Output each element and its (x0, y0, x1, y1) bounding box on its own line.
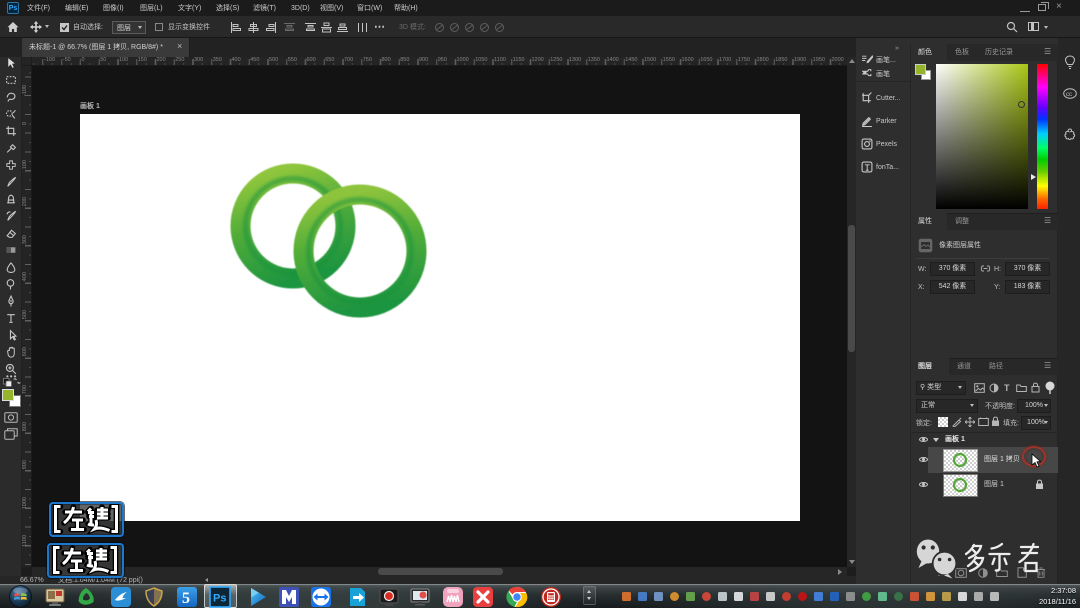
svg-text:Ps: Ps (213, 593, 226, 605)
svg-text:cc: cc (1066, 92, 1072, 98)
svg-text:5: 5 (182, 590, 190, 607)
